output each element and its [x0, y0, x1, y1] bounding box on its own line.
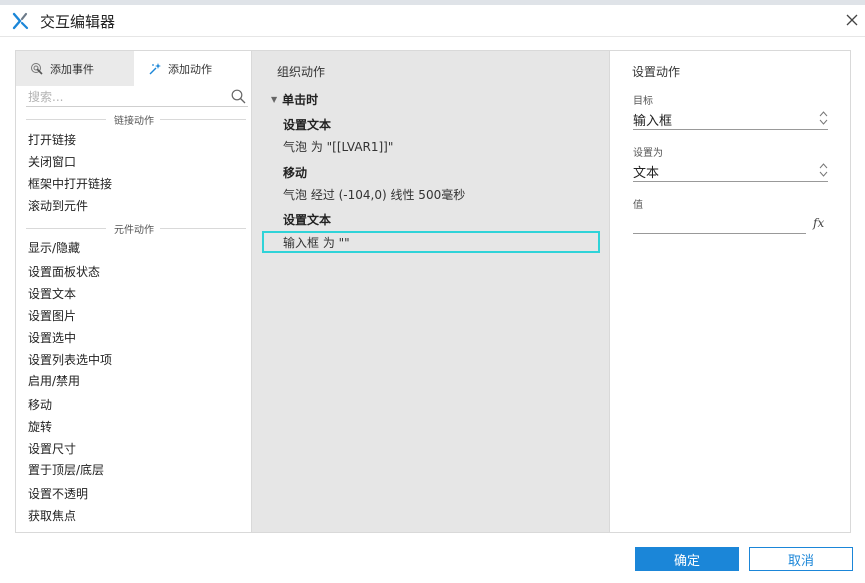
action-set-text[interactable]: 设置文本 [28, 286, 76, 302]
action-set-selected[interactable]: 设置选中 [28, 330, 76, 346]
action-open-link[interactable]: 打开链接 [28, 132, 76, 148]
action-enable-disable[interactable]: 启用/禁用 [28, 373, 80, 389]
window-title: 交互编辑器 [40, 13, 116, 31]
editor-frame: 添加事件 添加动作 链接动作 打开链接 关闭窗口 框架中打开链接 [15, 50, 851, 533]
configure-action-panel: 设置动作 目标 输入框 设置为 文本 值 fx [611, 51, 850, 532]
action-bring-front-back[interactable]: 置于顶层/底层 [28, 462, 104, 478]
organize-actions-title: 组织动作 [277, 65, 326, 79]
search-icon[interactable] [231, 89, 246, 104]
target-select[interactable]: 输入框 [633, 108, 828, 130]
target-label: 目标 [633, 96, 653, 107]
event-on-click[interactable]: ▼ 单击时 [271, 91, 318, 108]
left-panel: 添加事件 添加动作 链接动作 打开链接 关闭窗口 框架中打开链接 [16, 51, 252, 532]
action-name[interactable]: 设置文本 [283, 211, 331, 228]
cursor-click-icon [31, 62, 43, 75]
close-icon [846, 14, 858, 26]
action-open-link-in-frame[interactable]: 框架中打开链接 [28, 176, 112, 192]
action-desc[interactable]: 气泡 经过 (-104,0) 线性 500毫秒 [283, 186, 465, 203]
configure-action-title: 设置动作 [632, 65, 681, 79]
cancel-button[interactable]: 取消 [749, 547, 853, 571]
ok-button[interactable]: 确定 [635, 547, 739, 571]
section-label-link-actions: 链接动作 [16, 112, 251, 127]
value-label: 值 [633, 200, 643, 211]
close-button[interactable] [843, 11, 861, 29]
updown-arrows-icon [819, 163, 828, 177]
set-as-select[interactable]: 文本 [633, 160, 828, 182]
updown-arrows-icon [819, 111, 828, 125]
action-set-list-selection[interactable]: 设置列表选中项 [28, 352, 112, 368]
collapse-triangle-icon[interactable]: ▼ [271, 95, 277, 104]
event-label: 单击时 [282, 93, 319, 107]
section-label-widget-actions: 元件动作 [16, 221, 251, 236]
action-focus[interactable]: 获取焦点 [28, 508, 76, 524]
set-as-label: 设置为 [633, 148, 663, 159]
action-set-panel-state[interactable]: 设置面板状态 [28, 264, 100, 280]
tab-add-event-label: 添加事件 [50, 62, 94, 76]
tab-add-event[interactable]: 添加事件 [16, 51, 134, 86]
tab-add-action-label: 添加动作 [168, 62, 212, 76]
title-bar: 交互编辑器 [0, 0, 865, 37]
action-close-window[interactable]: 关闭窗口 [28, 154, 76, 170]
action-scroll-to-widget[interactable]: 滚动到元件 [28, 198, 88, 214]
tab-add-action[interactable]: 添加动作 [134, 51, 251, 86]
action-name[interactable]: 设置文本 [283, 116, 331, 133]
value-input[interactable] [633, 212, 806, 234]
search-input[interactable] [26, 88, 216, 106]
action-set-opacity[interactable]: 设置不透明 [28, 486, 88, 502]
action-rotate[interactable]: 旋转 [28, 419, 52, 435]
action-show-hide[interactable]: 显示/隐藏 [28, 240, 80, 256]
tab-bar: 添加事件 添加动作 [16, 51, 251, 86]
action-move[interactable]: 移动 [28, 397, 52, 413]
fx-function-icon[interactable]: fx [813, 216, 824, 230]
organize-actions-panel: 组织动作 ▼ 单击时 设置文本 气泡 为 "[[LVAR1]]" 移动 气泡 经过… [252, 51, 610, 532]
action-desc[interactable]: 气泡 为 "[[LVAR1]]" [283, 138, 393, 155]
action-desc-selected[interactable]: 输入框 为 "" [283, 234, 350, 251]
target-select-value: 输入框 [633, 114, 673, 129]
app-logo-icon [12, 12, 29, 30]
sparkle-wand-icon [149, 62, 161, 74]
action-set-image[interactable]: 设置图片 [28, 308, 76, 324]
search-box [26, 88, 248, 107]
action-set-size[interactable]: 设置尺寸 [28, 441, 76, 457]
set-as-select-value: 文本 [633, 166, 660, 181]
action-name[interactable]: 移动 [283, 164, 307, 181]
